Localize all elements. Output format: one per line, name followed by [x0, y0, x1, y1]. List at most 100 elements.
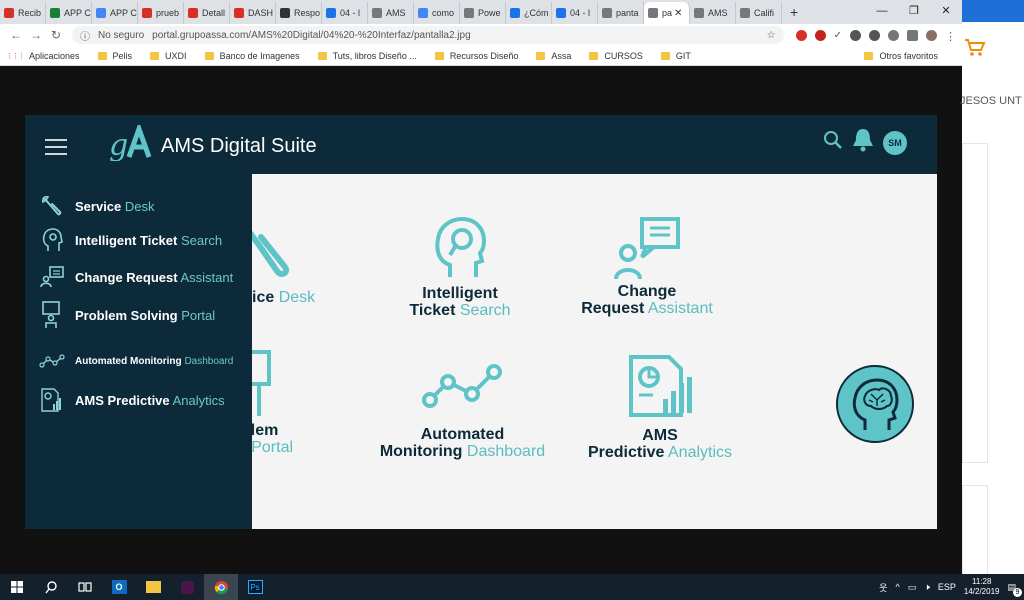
browser-tab[interactable]: DASH — [230, 2, 276, 24]
bookmark-star-icon[interactable]: ☆ — [767, 30, 776, 41]
browser-tab[interactable]: APP C — [46, 2, 92, 24]
extension-icon[interactable] — [869, 29, 880, 41]
chrome-icon[interactable] — [204, 574, 238, 600]
camera-icon[interactable] — [907, 29, 918, 41]
tab-favicon-icon — [372, 8, 382, 18]
tab-title: pa — [662, 8, 673, 18]
extension-icon[interactable] — [850, 29, 861, 41]
bookmark-item[interactable]: Assa — [536, 51, 571, 61]
menu-label-light: Portal — [181, 307, 216, 323]
info-icon[interactable]: ⓘ — [80, 28, 90, 43]
search-icon[interactable] — [34, 574, 68, 600]
bookmark-item[interactable]: Tuts, libros Diseño ... — [317, 51, 417, 61]
tile-bold: Change — [617, 283, 677, 300]
people-icon[interactable]: 웃 — [879, 581, 887, 594]
brain-head-icon[interactable] — [836, 365, 914, 443]
browser-tab[interactable]: AMS — [368, 2, 414, 24]
outlook-icon[interactable]: O — [102, 574, 136, 600]
sidebar-item-ams-predictive-analytics[interactable]: AMS Predictive Analytics — [39, 388, 225, 412]
tray-chevron-icon[interactable]: ^ — [895, 582, 899, 592]
url-text[interactable]: portal.grupoassa.com/AMS%20Digital/04%20… — [152, 30, 767, 41]
other-bookmarks[interactable]: Otros favoritos — [864, 51, 938, 61]
browser-tab[interactable]: pa ✕ — [644, 2, 690, 24]
profile-avatar[interactable] — [926, 29, 937, 41]
tab-title: AMS — [386, 8, 406, 18]
check-icon[interactable]: ✓ — [834, 30, 842, 41]
cart-icon[interactable] — [964, 38, 986, 64]
browser-tab[interactable]: prueb — [138, 2, 184, 24]
close-window-button[interactable]: ✕ — [930, 0, 962, 24]
tab-favicon-icon — [96, 8, 106, 18]
browser-tab[interactable]: Recib — [0, 2, 46, 24]
blue-header-strip — [962, 0, 1024, 22]
slack-icon[interactable] — [170, 574, 204, 600]
sidebar-item-problem-solving-portal[interactable]: Problem Solving Portal — [39, 301, 216, 328]
tile-bold: Monitoring — [379, 443, 463, 460]
browser-tab[interactable]: Powe — [460, 2, 506, 24]
forward-button[interactable]: → — [26, 28, 46, 42]
new-tab-button[interactable]: + — [782, 4, 806, 24]
tab-favicon-icon — [142, 8, 152, 18]
bookmark-item[interactable]: ⋮⋮⋮ Aplicaciones — [6, 51, 80, 61]
person-board-icon — [39, 301, 65, 328]
browser-tab[interactable]: panta — [598, 2, 644, 24]
windows-start-icon[interactable] — [0, 574, 34, 600]
browser-tab[interactable]: APP C — [92, 2, 138, 24]
adblock-icon[interactable] — [795, 29, 807, 41]
browser-tab[interactable]: 04 - l — [552, 2, 598, 24]
sidebar-item-service-desk[interactable]: Service Desk — [39, 194, 155, 218]
hamburger-menu-icon[interactable] — [45, 139, 67, 160]
omnibox[interactable]: ⓘ No seguro portal.grupoassa.com/AMS%20D… — [72, 26, 784, 44]
bell-icon[interactable] — [851, 127, 875, 158]
extension-icon[interactable] — [888, 29, 899, 41]
browser-tab[interactable]: Respo — [276, 2, 322, 24]
extension-icon[interactable] — [814, 29, 826, 41]
tab-title: APP C — [110, 8, 137, 18]
notifications-icon[interactable]: ▤ 9 — [1007, 582, 1022, 597]
language-indicator[interactable]: ESP — [938, 582, 956, 592]
reload-button[interactable]: ↻ — [46, 28, 66, 42]
sidebar-item-intelligent-ticket-search[interactable]: Intelligent Ticket Search — [39, 228, 222, 252]
search-icon[interactable] — [823, 130, 843, 155]
browser-tab[interactable]: AMS — [690, 2, 736, 24]
folder-icon — [434, 51, 444, 60]
back-button[interactable]: ← — [6, 28, 26, 42]
browser-tab[interactable]: 04 - l — [322, 2, 368, 24]
folder-icon — [97, 51, 107, 60]
tile-ams-predictive-analytics[interactable]: AMS Predictive Analytics — [580, 353, 740, 461]
task-view-icon[interactable] — [68, 574, 102, 600]
maximize-button[interactable]: ❐ — [898, 0, 930, 24]
menu-label-bold: Automated Monitoring — [75, 355, 182, 367]
menu-dots-icon[interactable]: ⋮ — [945, 30, 956, 43]
minimize-button[interactable]: — — [866, 0, 898, 24]
tile-intelligent-ticket-search[interactable]: Intelligent Ticket Search — [400, 215, 520, 319]
sidebar-item-automated-monitoring-dashboard[interactable]: Automated Monitoring Dashboard — [39, 349, 233, 373]
bookmark-item[interactable]: CURSOS — [589, 51, 643, 61]
file-explorer-icon[interactable] — [136, 574, 170, 600]
tab-title: Detall — [202, 8, 226, 18]
tab-close-icon[interactable]: ✕ — [674, 8, 682, 19]
app-title: AMS Digital Suite — [161, 135, 317, 157]
browser-tab[interactable]: Detall — [184, 2, 230, 24]
clock[interactable]: 11:28 14/2/2019 — [964, 577, 1000, 597]
volume-icon[interactable]: 🕨 — [924, 582, 930, 593]
user-avatar[interactable]: SM — [883, 130, 907, 155]
browser-tab[interactable]: como — [414, 2, 460, 24]
browser-tab[interactable]: ¿Cóm — [506, 2, 552, 24]
browser-tab[interactable]: Califi — [736, 2, 782, 24]
bookmark-item[interactable]: UXDI — [150, 51, 187, 61]
tab-bar: Recib APP C APP C prueb Detall DASH Respo 04 - … — [0, 0, 962, 24]
network-icon[interactable]: ▭ — [908, 582, 917, 593]
extensions: ✓ ⋮ — [795, 29, 956, 43]
bookmark-label: Pelis — [112, 50, 133, 61]
sidebar-item-change-request-assistant[interactable]: Change Request Assistant — [39, 265, 233, 289]
security-label: No seguro — [98, 29, 145, 41]
photoshop-icon[interactable]: Ps — [238, 574, 272, 600]
tile-automated-monitoring-dashboard[interactable]: Automated Monitoring Dashboard — [370, 360, 555, 460]
bookmark-item[interactable]: Pelis — [97, 50, 133, 61]
bookmark-item[interactable]: Banco de Imagenes — [204, 51, 300, 61]
bookmark-item[interactable]: Recursos Diseño — [434, 51, 518, 61]
tile-change-request-assistant[interactable]: Change Request Assistant — [572, 215, 722, 317]
clock-time: 11:28 — [971, 577, 992, 586]
bookmark-item[interactable]: GIT — [660, 51, 691, 61]
